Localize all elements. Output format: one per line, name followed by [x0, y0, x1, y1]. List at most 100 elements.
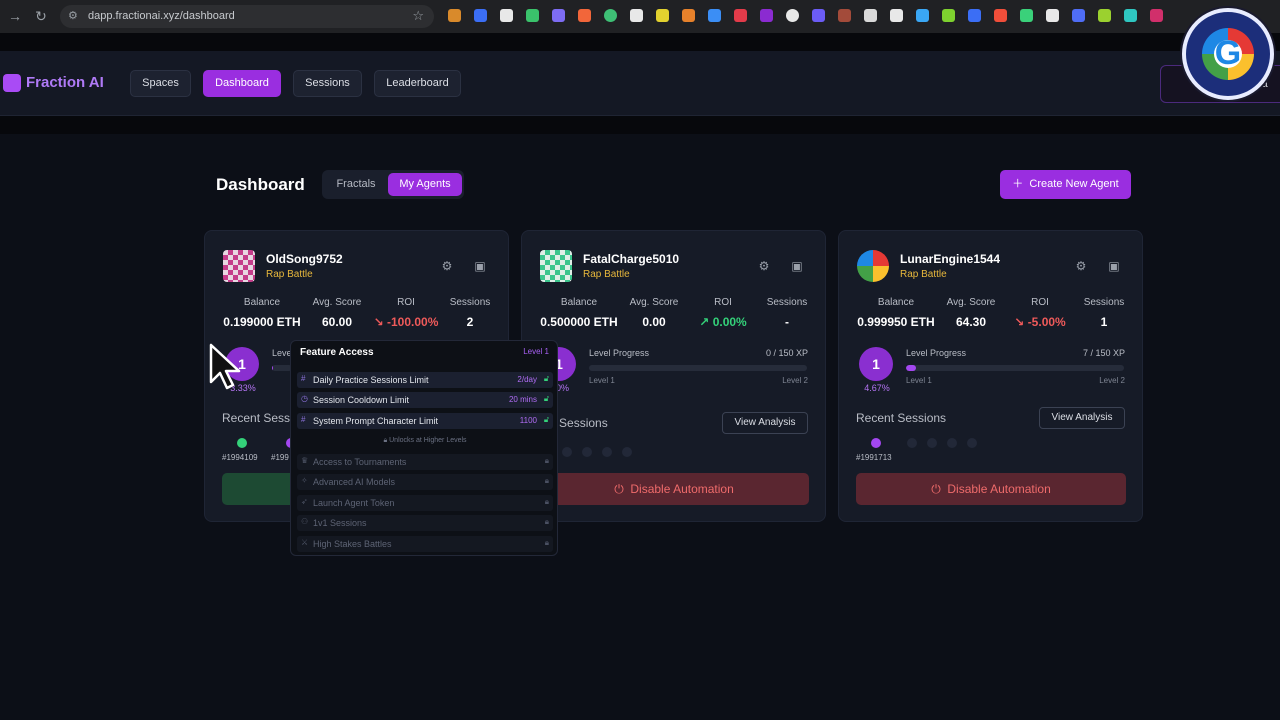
reload-icon[interactable]: ↻ — [32, 7, 50, 25]
level-end-label: Level 2 — [782, 376, 808, 385]
extension-icon[interactable] — [682, 9, 695, 22]
recent-sessions-label: Recent Sess — [222, 411, 291, 425]
address-url: dapp.fractionai.xyz/dashboard — [88, 10, 235, 22]
extension-icon[interactable] — [1124, 9, 1137, 22]
lock-icon: 🔒︎ — [544, 538, 549, 547]
tab-my-agents[interactable]: My Agents — [388, 173, 462, 196]
unlock-icon: 🔓︎ — [543, 394, 549, 403]
extension-icon[interactable] — [942, 9, 955, 22]
feature-value: 1100 — [519, 416, 537, 425]
nav-leaderboard[interactable]: Leaderboard — [374, 70, 461, 97]
avg-score-label: Avg. Score — [946, 297, 996, 308]
power-icon: ⏻ — [614, 482, 624, 496]
extension-icon[interactable] — [526, 9, 539, 22]
agent-card: FatalCharge5010 Rap Battle ⚙ ▣ Balance A… — [521, 230, 826, 522]
trend-down-icon: ↘ — [1014, 315, 1025, 329]
session-dot[interactable] — [871, 438, 881, 448]
extension-icon[interactable] — [812, 9, 825, 22]
extension-icon[interactable] — [1072, 9, 1085, 22]
extension-icon[interactable] — [890, 9, 903, 22]
feature-label: Advanced AI Models — [313, 477, 396, 487]
extension-icon[interactable] — [916, 9, 929, 22]
extension-icon[interactable] — [734, 9, 747, 22]
level-percent: 4.67% — [864, 383, 890, 393]
extension-icon[interactable] — [578, 9, 591, 22]
disable-automation-button[interactable]: ⏻ Disable Automation — [856, 473, 1126, 505]
agent-avatar — [540, 250, 572, 282]
extension-icon[interactable] — [1020, 9, 1033, 22]
feature-label: 1v1 Sessions — [313, 518, 367, 528]
session-id[interactable]: #1991713 — [856, 453, 892, 462]
address-bar[interactable]: ⚙ dapp.fractionai.xyz/dashboard ☆ — [60, 5, 434, 28]
extension-icon[interactable] — [500, 9, 513, 22]
level-progress-bar — [589, 365, 807, 371]
extension-icon[interactable] — [968, 9, 981, 22]
overlay-logo-badge: G — [1182, 8, 1274, 100]
extension-icon[interactable] — [552, 9, 565, 22]
mouse-cursor-icon — [209, 343, 241, 390]
lock-icon: 🔒︎ — [544, 517, 549, 526]
disable-automation-label: Disable Automation — [947, 482, 1051, 496]
sessions-value: - — [785, 315, 789, 329]
extension-icon[interactable] — [760, 9, 773, 22]
nav-sessions[interactable]: Sessions — [293, 70, 362, 97]
feature-row: ◷ Session Cooldown Limit 20 mins 🔓︎ — [297, 392, 553, 408]
extension-icon[interactable] — [474, 9, 487, 22]
tab-fractals[interactable]: Fractals — [328, 173, 384, 196]
balance-label: Balance — [243, 297, 281, 308]
avg-score-label: Avg. Score — [629, 297, 679, 308]
empty-session-dot — [907, 438, 917, 448]
bookmark-star-icon[interactable]: ☆ — [412, 8, 424, 24]
wallet-icon[interactable]: ▣ — [790, 259, 804, 273]
extension-icon[interactable] — [656, 9, 669, 22]
feature-label: Session Cooldown Limit — [313, 395, 410, 405]
nav-dashboard[interactable]: Dashboard — [203, 70, 281, 97]
extension-icon[interactable] — [864, 9, 877, 22]
agent-type: Rap Battle — [583, 269, 630, 280]
level-end-label: Level 2 — [1099, 376, 1125, 385]
extension-icon[interactable] — [630, 9, 643, 22]
site-info-icon[interactable]: ⚙ — [68, 9, 82, 23]
session-id[interactable]: #1994109 — [222, 453, 258, 462]
feature-value: 20 mins — [508, 395, 537, 404]
extension-icon[interactable] — [1046, 9, 1059, 22]
settings-gear-icon[interactable]: ⚙ — [440, 259, 454, 273]
logo-text[interactable]: Fraction AI — [26, 74, 104, 91]
extension-icon[interactable] — [1150, 9, 1163, 22]
recent-sessions-label: Recent Sessions — [856, 411, 947, 425]
feature-row: # System Prompt Character Limit 1100 🔓︎ — [297, 413, 553, 429]
power-icon: ⏻ — [931, 482, 941, 496]
disable-automation-button[interactable]: ⏻ Disable Automation — [539, 473, 809, 505]
extension-icon[interactable] — [838, 9, 851, 22]
view-analysis-button[interactable]: View Analysis — [1039, 407, 1125, 429]
forward-icon[interactable]: → — [6, 7, 24, 25]
wallet-icon[interactable]: ▣ — [1107, 259, 1121, 273]
extension-icon[interactable] — [994, 9, 1007, 22]
create-agent-button[interactable]: ＋ Create New Agent — [1000, 170, 1131, 199]
feature-label: Access to Tournaments — [313, 457, 407, 467]
avg-score-label: Avg. Score — [312, 297, 362, 308]
rocket-icon: ➶ — [301, 497, 308, 506]
extension-icon[interactable] — [604, 9, 617, 22]
feature-access-popover: Feature Access Level 1 # Daily Practice … — [290, 340, 558, 556]
extension-icon[interactable] — [448, 9, 461, 22]
settings-gear-icon[interactable]: ⚙ — [757, 259, 771, 273]
wallet-icon[interactable]: ▣ — [473, 259, 487, 273]
extension-icon[interactable] — [1098, 9, 1111, 22]
disable-automation-label: Disable Automation — [630, 482, 734, 496]
locked-feature-row: ♛ Access to Tournaments 🔒︎ — [297, 454, 553, 470]
nav-spaces[interactable]: Spaces — [130, 70, 191, 97]
agent-type: Rap Battle — [266, 269, 313, 280]
view-analysis-button[interactable]: View Analysis — [722, 412, 808, 434]
extension-icon[interactable] — [786, 9, 799, 22]
session-id[interactable]: #199 — [271, 453, 289, 462]
unlock-icon: 🔓︎ — [543, 374, 549, 383]
level-progress-fill — [272, 365, 273, 371]
settings-gear-icon[interactable]: ⚙ — [1074, 259, 1088, 273]
fraction-logo-icon[interactable] — [3, 74, 21, 92]
page-title: Dashboard — [216, 175, 305, 194]
empty-session-dot — [927, 438, 937, 448]
extension-icon[interactable] — [708, 9, 721, 22]
session-dot[interactable] — [237, 438, 247, 448]
divider-label: Unlocks at Higher Levels — [389, 437, 467, 444]
